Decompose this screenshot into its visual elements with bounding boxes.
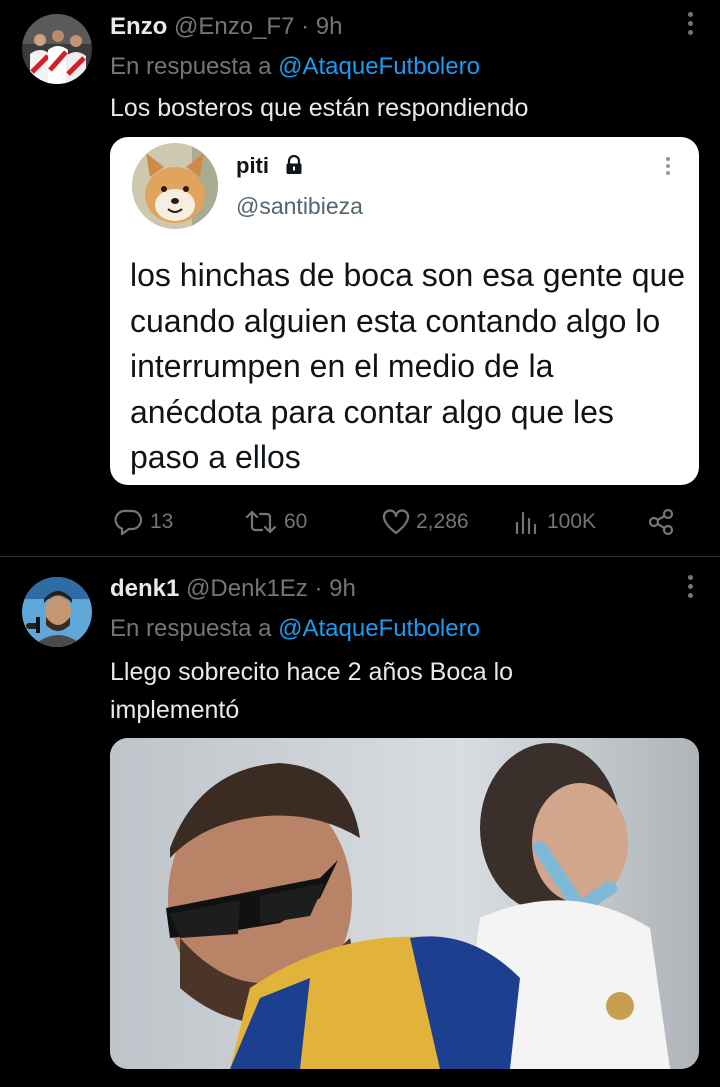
more-icon[interactable] — [688, 12, 694, 39]
reply-prefix: En respuesta a — [110, 53, 272, 80]
handle[interactable]: @Denk1Ez — [186, 575, 308, 602]
retweet-button[interactable]: 60 — [244, 506, 307, 538]
view-count: 100K — [547, 510, 597, 533]
timestamp[interactable]: · 9h — [314, 575, 355, 602]
avatar[interactable] — [22, 14, 92, 84]
tweet-header: denk1 @Denk1Ez · 9h — [110, 575, 356, 603]
action-bar: 13 60 2,286 100K — [0, 506, 720, 538]
tweet-text: Los bosteros que están respondiendo — [110, 94, 529, 122]
share-button[interactable] — [648, 506, 674, 538]
display-name[interactable]: denk1 — [110, 575, 179, 602]
quote-more-icon — [666, 157, 671, 178]
tweet-image[interactable] — [110, 738, 699, 1069]
reply-icon — [114, 509, 143, 536]
like-button[interactable]: 2,286 — [382, 506, 469, 538]
quote-handle: @santibieza — [236, 193, 363, 219]
quote-avatar — [132, 143, 218, 229]
quote-display-name: piti — [236, 153, 269, 178]
reply-prefix: En respuesta a — [110, 615, 272, 642]
retweet-count: 60 — [284, 510, 308, 533]
tweet-header: Enzo @Enzo_F7 · 9h — [110, 13, 342, 41]
share-icon — [648, 508, 674, 536]
lock-icon — [284, 154, 304, 175]
timestamp[interactable]: · 9h — [301, 13, 342, 40]
reply-context: En respuesta a @AtaqueFutbolero — [110, 53, 480, 81]
views-icon — [515, 511, 537, 535]
more-icon[interactable] — [688, 575, 694, 602]
like-icon — [382, 509, 410, 535]
retweet-icon — [245, 510, 277, 534]
reply-context: En respuesta a @AtaqueFutbolero — [110, 615, 480, 643]
avatar[interactable] — [22, 577, 92, 647]
display-name[interactable]: Enzo — [110, 13, 167, 40]
views-button[interactable]: 100K — [513, 506, 596, 538]
quoted-screenshot[interactable]: piti @santibieza los hinchas de boca son… — [110, 137, 699, 485]
tweet-text: Llego sobrecito hace 2 años Boca lo impl… — [110, 658, 514, 724]
quote-text: los hinchas de boca son esa gente que cu… — [130, 257, 686, 475]
reply-count: 13 — [150, 510, 174, 533]
handle[interactable]: @Enzo_F7 — [174, 13, 294, 40]
tweet[interactable]: denk1 @Denk1Ez · 9h En respuesta a @Ataq… — [0, 557, 720, 1087]
reply-to-link[interactable]: @AtaqueFutbolero — [278, 53, 480, 80]
like-count: 2,286 — [416, 510, 469, 533]
reply-to-link[interactable]: @AtaqueFutbolero — [278, 615, 480, 642]
tweet[interactable]: Enzo @Enzo_F7 · 9h En respuesta a @Ataqu… — [0, 0, 720, 557]
reply-button[interactable]: 13 — [114, 506, 173, 538]
